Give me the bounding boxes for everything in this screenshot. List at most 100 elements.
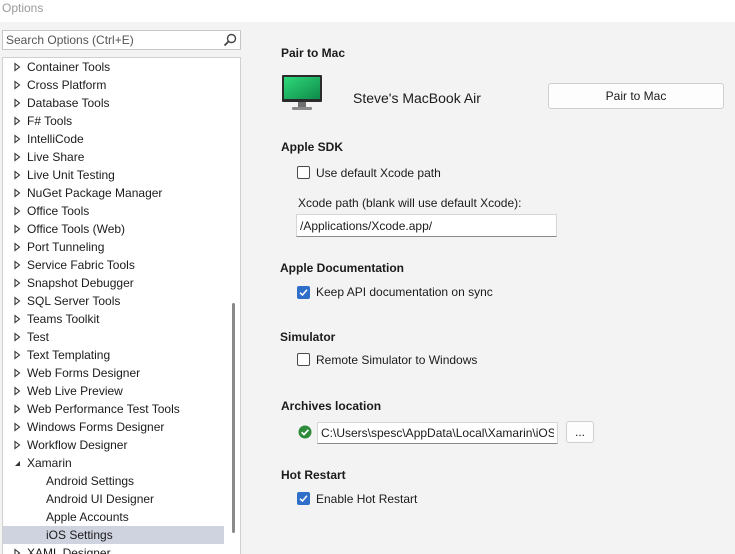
tree-item[interactable]: SQL Server Tools: [3, 292, 224, 310]
expand-arrow-icon[interactable]: [12, 80, 22, 90]
tree-item[interactable]: Service Fabric Tools: [3, 256, 224, 274]
tree-item[interactable]: Database Tools: [3, 94, 224, 112]
tree-item[interactable]: Office Tools: [3, 202, 224, 220]
options-tree[interactable]: Container Tools Cross Platform Database To…: [2, 57, 241, 554]
tree-item[interactable]: Live Share: [3, 148, 224, 166]
pair-to-mac-button[interactable]: Pair to Mac: [548, 83, 724, 109]
expand-arrow-icon[interactable]: [12, 152, 22, 162]
expand-arrow-icon[interactable]: [12, 116, 22, 126]
tree-item-label: Office Tools (Web): [27, 222, 126, 236]
remote-simulator-label: Remote Simulator to Windows: [316, 353, 478, 367]
tree-item[interactable]: Cross Platform: [3, 76, 224, 94]
tree-item[interactable]: NuGet Package Manager: [3, 184, 224, 202]
tree-item[interactable]: Workflow Designer: [3, 436, 224, 454]
tree-item-label: Test: [27, 330, 50, 344]
tree-item[interactable]: Teams Toolkit: [3, 310, 224, 328]
search-input[interactable]: [3, 31, 221, 49]
check-circle-icon: [298, 425, 312, 439]
search-icon[interactable]: [222, 32, 238, 48]
tree-child-item[interactable]: Android UI Designer: [3, 490, 224, 508]
tree-item-label: Teams Toolkit: [27, 312, 100, 326]
archives-location-heading: Archives location: [281, 399, 382, 413]
tree-item-label: Web Forms Designer: [27, 366, 141, 380]
tree-item[interactable]: Web Forms Designer: [3, 364, 224, 382]
remote-simulator-checkbox[interactable]: [297, 353, 310, 366]
tree-item-label: Web Live Preview: [27, 384, 123, 398]
tree-item[interactable]: XAML Designer: [3, 544, 224, 554]
enable-hot-restart-checkbox[interactable]: [297, 492, 310, 505]
apple-sdk-heading: Apple SDK: [281, 140, 344, 154]
tree-item-label: Web Performance Test Tools: [27, 402, 180, 416]
use-default-xcode-checkbox[interactable]: [297, 166, 310, 179]
tree-item-label: F# Tools: [27, 114, 73, 128]
tree-item[interactable]: IntelliCode: [3, 130, 224, 148]
expand-arrow-icon[interactable]: [12, 314, 22, 324]
tree-scrollbar[interactable]: [232, 303, 235, 533]
expand-arrow-icon[interactable]: [12, 134, 22, 144]
archives-path-input[interactable]: [317, 422, 558, 444]
expand-arrow-icon[interactable]: [12, 224, 22, 234]
xcode-path-label: Xcode path (blank will use default Xcode…: [298, 196, 522, 210]
expand-arrow-icon[interactable]: [12, 350, 22, 360]
tree-item-label: XAML Designer: [27, 546, 111, 554]
tree-item[interactable]: Text Templating: [3, 346, 224, 364]
xcode-path-input[interactable]: [296, 214, 557, 237]
tree-item-label: Live Unit Testing: [27, 168, 115, 182]
tree-item[interactable]: Live Unit Testing: [3, 166, 224, 184]
expand-arrow-icon[interactable]: [12, 206, 22, 216]
expand-arrow-icon[interactable]: [12, 98, 22, 108]
tree-item-label: Android Settings: [46, 474, 135, 488]
keep-api-docs-label: Keep API documentation on sync: [316, 285, 493, 299]
tree-item-label: Port Tunneling: [27, 240, 105, 254]
expand-arrow-icon[interactable]: [12, 242, 22, 252]
expand-arrow-icon[interactable]: [12, 332, 22, 342]
simulator-heading: Simulator: [280, 330, 336, 344]
expand-arrow-icon[interactable]: [12, 386, 22, 396]
expand-arrow-icon[interactable]: [12, 404, 22, 414]
tree-item[interactable]: Xamarin: [3, 454, 224, 472]
tree-item-label: Live Share: [27, 150, 85, 164]
monitor-icon: [282, 75, 322, 110]
expand-arrow-icon[interactable]: [12, 368, 22, 378]
tree-item[interactable]: Port Tunneling: [3, 238, 224, 256]
tree-child-item[interactable]: Apple Accounts: [3, 508, 224, 526]
expand-arrow-icon[interactable]: [12, 170, 22, 180]
paired-device-name: Steve's MacBook Air: [353, 90, 481, 106]
search-box[interactable]: [2, 30, 241, 50]
enable-hot-restart-label: Enable Hot Restart: [316, 492, 418, 506]
expand-arrow-icon[interactable]: [12, 548, 22, 554]
tree-item[interactable]: Test: [3, 328, 224, 346]
tree-child-item[interactable]: iOS Settings: [3, 526, 224, 544]
tree-item[interactable]: F# Tools: [3, 112, 224, 130]
expand-arrow-icon[interactable]: [12, 260, 22, 270]
tree-item-label: Windows Forms Designer: [27, 420, 165, 434]
tree-item[interactable]: Snapshot Debugger: [3, 274, 224, 292]
collapse-arrow-icon[interactable]: [12, 458, 22, 468]
expand-arrow-icon[interactable]: [12, 62, 22, 72]
browse-archives-button[interactable]: ...: [566, 421, 594, 443]
tree-item[interactable]: Web Performance Test Tools: [3, 400, 224, 418]
expand-arrow-icon[interactable]: [12, 440, 22, 450]
tree-item-label: Cross Platform: [27, 78, 107, 92]
tree-item-label: Office Tools: [27, 204, 90, 218]
use-default-xcode-label: Use default Xcode path: [316, 166, 441, 180]
tree-item-label: Database Tools: [27, 96, 110, 110]
tree-item-label: Snapshot Debugger: [27, 276, 134, 290]
tree-item[interactable]: Windows Forms Designer: [3, 418, 224, 436]
tree-item-label: Text Templating: [27, 348, 111, 362]
expand-arrow-icon[interactable]: [12, 296, 22, 306]
tree-item-label: Apple Accounts: [46, 510, 129, 524]
tree-child-item[interactable]: Android Settings: [3, 472, 224, 490]
expand-arrow-icon[interactable]: [12, 188, 22, 198]
tree-item[interactable]: Container Tools: [3, 58, 224, 76]
tree-item-label: NuGet Package Manager: [27, 186, 163, 200]
tree-item-label: IntelliCode: [27, 132, 84, 146]
tree-item-label: Android UI Designer: [46, 492, 155, 506]
tree-item[interactable]: Office Tools (Web): [3, 220, 224, 238]
tree-item[interactable]: Web Live Preview: [3, 382, 224, 400]
hot-restart-heading: Hot Restart: [281, 468, 346, 482]
keep-api-docs-checkbox[interactable]: [297, 286, 310, 299]
expand-arrow-icon[interactable]: [12, 422, 22, 432]
expand-arrow-icon[interactable]: [12, 278, 22, 288]
checkmark-icon: [299, 495, 308, 503]
